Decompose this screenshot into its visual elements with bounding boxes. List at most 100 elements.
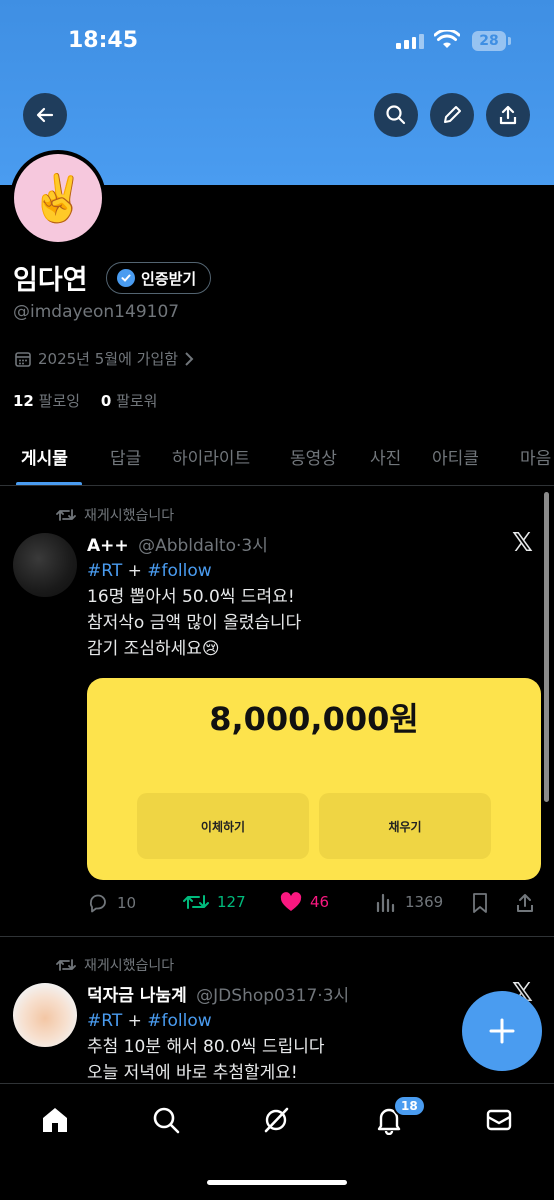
follow-stats: 12 팔로잉 0 팔로워 bbox=[13, 390, 173, 411]
repost-icon bbox=[56, 509, 76, 521]
hashtag-rt[interactable]: #RT bbox=[87, 1011, 122, 1031]
post-image-card[interactable]: 8,000,000원 이체하기 채우기 bbox=[87, 678, 541, 880]
post-line-1: 추첨 10분 해서 80.0씩 드립니다 bbox=[87, 1037, 325, 1057]
post-divider bbox=[0, 936, 554, 937]
grok-icon bbox=[264, 1107, 289, 1133]
bookmark-button[interactable] bbox=[471, 892, 489, 914]
search-button[interactable] bbox=[374, 93, 418, 137]
repost-indicator: 재게시했습니다 bbox=[56, 955, 174, 975]
tab-replies[interactable]: 답글 bbox=[110, 444, 141, 469]
views-button[interactable]: 1369 bbox=[375, 892, 443, 912]
profile-tabs: 게시물 답글 하이라이트 동영상 사진 아티클 마음 bbox=[0, 430, 554, 486]
repost-indicator: 재게시했습니다 bbox=[56, 505, 174, 525]
like-count: 46 bbox=[310, 893, 330, 911]
share-icon bbox=[517, 894, 533, 912]
post-line-3: 감기 조심하세요😢 bbox=[87, 639, 220, 659]
post-body: #RT + #follow 추첨 10분 해서 80.0씩 드립니다 오늘 저녁… bbox=[87, 1008, 325, 1086]
repost-label: 재게시했습니다 bbox=[84, 508, 175, 524]
x-logo-icon: 𝕏 bbox=[512, 528, 533, 558]
hashtag-rt[interactable]: #RT bbox=[87, 561, 122, 581]
tab-posts[interactable]: 게시물 bbox=[21, 444, 68, 469]
get-verified-label: 인증받기 bbox=[141, 269, 197, 288]
card-transfer-button: 이체하기 bbox=[137, 793, 309, 859]
nav-messages[interactable] bbox=[481, 1102, 517, 1138]
nav-grok[interactable] bbox=[258, 1102, 294, 1138]
repost-label: 재게시했습니다 bbox=[84, 958, 175, 974]
share-button[interactable] bbox=[486, 93, 530, 137]
profile-handle: @imdayeon149107 bbox=[13, 302, 180, 322]
plus-icon bbox=[489, 1018, 515, 1044]
post-author-avatar[interactable] bbox=[13, 533, 77, 597]
joined-date[interactable]: 2025년 5월에 가입함 bbox=[14, 348, 194, 369]
battery-indicator: 28 bbox=[472, 31, 511, 51]
post-header: 덕자금 나눔계 @JDShop0317·3시 bbox=[87, 981, 349, 1006]
followers-count: 0 bbox=[100, 392, 112, 410]
tab-likes[interactable]: 마음 bbox=[520, 444, 551, 469]
post-line-1: 16명 뽑아서 50.0씩 드려요! bbox=[87, 587, 295, 607]
joined-label: 2025년 5월에 가입함 bbox=[38, 350, 179, 368]
post-time: ·3시 bbox=[236, 536, 268, 556]
tab-articles[interactable]: 아티클 bbox=[432, 444, 479, 469]
followers-label: 팔로워 bbox=[116, 392, 158, 410]
tab-photos[interactable]: 사진 bbox=[370, 444, 401, 469]
mail-icon bbox=[486, 1109, 512, 1131]
home-icon bbox=[43, 1108, 67, 1132]
repost-icon bbox=[183, 895, 209, 909]
share-icon bbox=[499, 105, 517, 125]
repost-count: 127 bbox=[217, 893, 246, 911]
repost-icon bbox=[56, 959, 76, 971]
arrow-left-icon bbox=[36, 107, 54, 123]
nav-search[interactable] bbox=[148, 1102, 184, 1138]
followers-link[interactable]: 0 팔로워 bbox=[101, 392, 158, 410]
post-header: A++ @Abbldalto·3시 bbox=[87, 531, 268, 556]
get-verified-button[interactable]: 인증받기 bbox=[106, 262, 212, 294]
post-author-handle[interactable]: @Abbldalto bbox=[138, 536, 236, 556]
card-fill-button: 채우기 bbox=[319, 793, 491, 859]
tab-videos[interactable]: 동영상 bbox=[290, 444, 337, 469]
nav-home[interactable] bbox=[37, 1102, 73, 1138]
status-time: 18:45 bbox=[68, 28, 139, 53]
scrollbar[interactable] bbox=[544, 492, 549, 802]
active-tab-indicator bbox=[16, 482, 82, 485]
views-icon bbox=[376, 893, 395, 912]
post-time: ·3시 bbox=[317, 986, 350, 1006]
post-author-name[interactable]: 덕자금 나눔계 bbox=[87, 986, 187, 1006]
card-amount: 8,000,000원 bbox=[209, 700, 419, 738]
reply-count: 10 bbox=[117, 894, 137, 912]
notification-badge: 18 bbox=[393, 1095, 426, 1117]
edit-button[interactable] bbox=[430, 93, 474, 137]
plus-text: + bbox=[122, 1011, 148, 1031]
following-label: 팔로잉 bbox=[38, 392, 81, 410]
calendar-icon bbox=[15, 351, 31, 367]
avatar-emoji: ✌️ bbox=[14, 154, 102, 242]
following-count: 12 bbox=[13, 392, 34, 410]
share-post-button[interactable] bbox=[515, 892, 535, 914]
heart-icon bbox=[280, 892, 302, 911]
status-bar: 18:45 28 bbox=[0, 0, 554, 84]
compose-post-button[interactable] bbox=[462, 991, 542, 1071]
reply-icon bbox=[89, 894, 106, 913]
views-count: 1369 bbox=[405, 893, 444, 911]
following-link[interactable]: 12 팔로잉 bbox=[13, 392, 80, 410]
plus-text: + bbox=[122, 561, 148, 581]
back-button[interactable] bbox=[23, 93, 67, 137]
like-button[interactable]: 46 bbox=[280, 892, 329, 912]
post-author-handle[interactable]: @JDShop0317 bbox=[196, 986, 317, 1006]
verified-badge-icon bbox=[117, 269, 135, 287]
profile-name: 임다연 bbox=[13, 265, 88, 296]
post-author-avatar[interactable] bbox=[13, 983, 77, 1047]
hashtag-follow[interactable]: #follow bbox=[147, 1011, 211, 1031]
post-actions: 10 127 46 1369 bbox=[87, 892, 547, 918]
search-icon bbox=[386, 105, 406, 125]
signal-icon bbox=[396, 33, 424, 49]
post-author-name[interactable]: A++ bbox=[87, 536, 129, 556]
post-line-2: 참저삭o 금액 많이 올렸습니다 bbox=[87, 613, 302, 633]
post-body: #RT + #follow 16명 뽑아서 50.0씩 드려요! 참저삭o 금액… bbox=[87, 558, 301, 662]
bookmark-icon bbox=[473, 893, 487, 913]
hashtag-follow[interactable]: #follow bbox=[147, 561, 211, 581]
reply-button[interactable]: 10 bbox=[87, 892, 136, 914]
repost-button[interactable]: 127 bbox=[183, 892, 246, 912]
profile-avatar[interactable]: ✌️ bbox=[10, 150, 106, 246]
tab-highlights[interactable]: 하이라이트 bbox=[172, 444, 250, 469]
home-indicator bbox=[207, 1180, 347, 1185]
